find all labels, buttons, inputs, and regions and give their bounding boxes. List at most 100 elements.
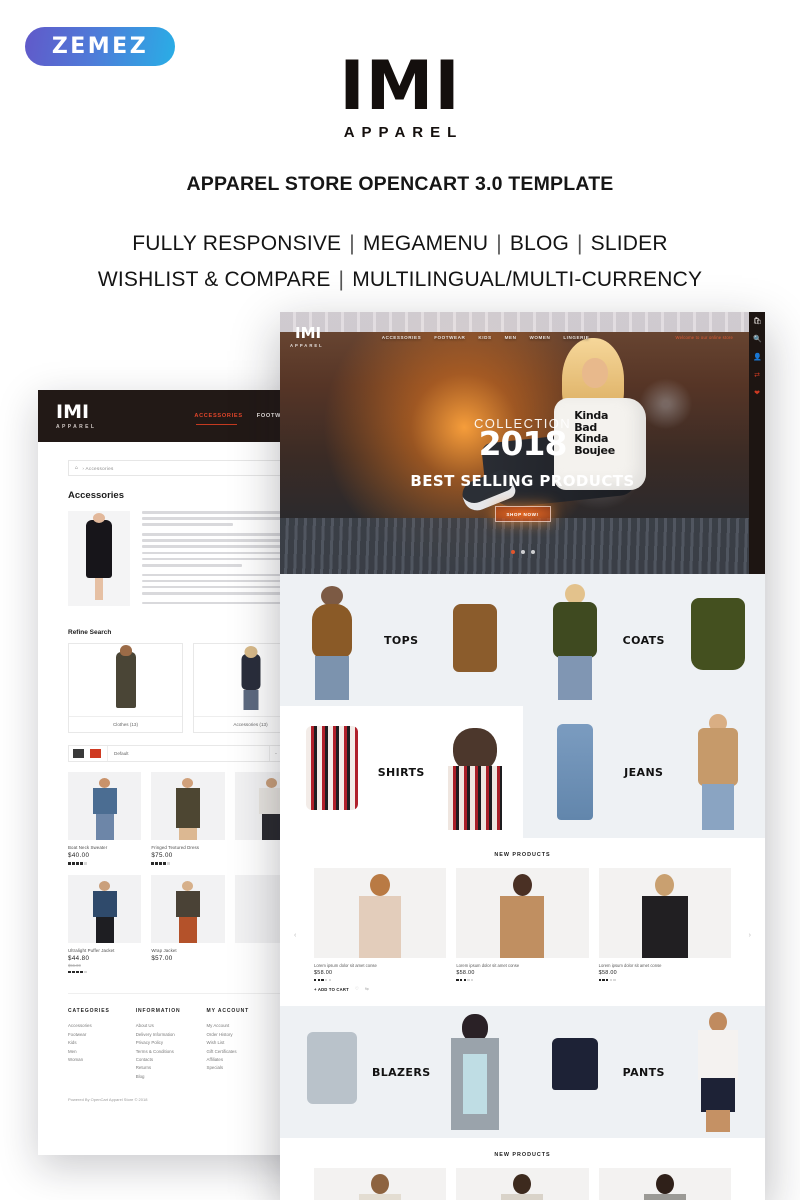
hero-slider[interactable]: Kinda Bad Kinda Boujee IMI APPAREL ACCESSOR… [280, 312, 765, 574]
account-icon[interactable]: 👤 [753, 354, 762, 362]
product-price: $58.00 [598, 970, 617, 976]
footer-link[interactable]: Kids [68, 1039, 110, 1047]
footer-link[interactable]: Affiliates [207, 1056, 250, 1064]
product-card[interactable]: Fringed Textured Dress $75.00 [151, 772, 225, 865]
footer-link[interactable]: My Account [207, 1022, 250, 1030]
product-image[interactable] [598, 1168, 731, 1200]
carousel-next-button[interactable]: › [749, 932, 751, 939]
footer-link[interactable]: Wish List [207, 1039, 250, 1047]
footer-column-information: INFORMATION About Us Delivery Informatio… [136, 1008, 181, 1081]
home-page-nav[interactable]: IMI APPAREL ACCESSORIES FOOTWEAR KIDS ME… [280, 326, 765, 349]
wishlist-icon[interactable]: ♡ [355, 986, 359, 992]
hero-dot-1[interactable] [510, 550, 515, 554]
grid-view-icon[interactable] [73, 749, 84, 759]
compare-icon[interactable]: ⇆ [365, 986, 369, 992]
hero-dot-3[interactable] [530, 550, 535, 554]
product-card[interactable]: Wrap Jacket $57.00 [151, 874, 225, 974]
bag-icon[interactable]: 🛍 [753, 318, 762, 326]
hero-year: 2018 [478, 424, 568, 463]
footer-link[interactable]: Blog [136, 1073, 181, 1081]
product-image[interactable] [456, 1168, 589, 1200]
hero-pagination-dots[interactable] [280, 550, 765, 554]
product-card[interactable]: Lorem ipsum dolor sit amet conse $58.00 [598, 868, 731, 992]
product-image[interactable] [314, 1168, 447, 1200]
tops-product-image [434, 578, 516, 702]
footer-link[interactable]: Accessories [68, 1022, 110, 1030]
add-to-cart-button[interactable]: + ADD TO CART [314, 987, 349, 992]
list-view-icon[interactable] [90, 749, 101, 759]
product-image[interactable] [151, 772, 225, 841]
category-header-logo[interactable]: IMI [56, 402, 96, 422]
home-header-logo[interactable]: IMI [295, 326, 324, 341]
category-tile-coats[interactable]: COATS [522, 574, 765, 706]
home-icon[interactable]: ⌂ [75, 465, 78, 471]
footer-link[interactable]: Terms & Conditions [136, 1048, 181, 1056]
product-rating [68, 970, 141, 974]
menu-item-lingerie[interactable]: LINGERIE [563, 335, 589, 340]
hero-dot-2[interactable] [520, 550, 525, 554]
model-figure [501, 1174, 544, 1200]
wishlist-icon[interactable]: ❤ [753, 390, 761, 398]
menu-item-men[interactable]: MEN [505, 335, 517, 340]
product-rating [314, 979, 446, 982]
shop-now-button[interactable]: SHOP NOW! [494, 506, 551, 522]
home-page-mockup[interactable]: Kinda Bad Kinda Boujee IMI APPAREL ACCESSOR… [280, 312, 765, 1200]
side-rail-toolbar[interactable]: 🛍 🔍 👤 ⇄ ❤ [749, 312, 765, 574]
footer-link[interactable]: About Us [136, 1022, 181, 1030]
product-card[interactable]: Ultralight Puffer Jacket $44.80 $56.00 [68, 874, 142, 974]
new-products-carousel-women[interactable]: ‹ › Lorem ipsum dolor sit amet conse $58… [280, 868, 765, 1006]
footer-link[interactable]: Footwear [68, 1031, 110, 1039]
product-image[interactable] [456, 868, 589, 958]
category-label-pants: PANTS [622, 1065, 665, 1079]
page-header: IMI APPAREL APPAREL STORE OPENCART 3.0 T… [0, 53, 800, 298]
category-label-shirts: SHIRTS [377, 765, 425, 779]
compare-icon[interactable]: ⇄ [753, 372, 761, 380]
category-tiles-row-2: SHIRTS JEANS [280, 706, 765, 838]
product-card[interactable]: Boat Neck Sweater $40.00 [68, 772, 142, 865]
footer-link[interactable]: Gift Certificates [207, 1048, 250, 1056]
product-card[interactable] [456, 1168, 589, 1200]
product-image[interactable] [314, 868, 447, 958]
carousel-prev-button[interactable]: ‹ [294, 932, 296, 939]
refine-search-cards: Clothes (13) Accessories (13) [68, 643, 308, 734]
product-image[interactable] [68, 772, 142, 841]
category-tile-blazers[interactable]: BLAZERS [280, 1006, 523, 1139]
footer-column-categories: CATEGORIES Accessories Footwear Kids Men… [68, 1008, 110, 1081]
product-list-toolbar[interactable]: Default - ✕ [68, 745, 308, 763]
product-image[interactable] [151, 874, 225, 943]
category-tile-pants[interactable]: PANTS [522, 1006, 765, 1139]
category-tile-tops[interactable]: TOPS [280, 574, 523, 706]
product-rating [456, 979, 588, 982]
product-image[interactable] [598, 868, 731, 958]
menu-item-footwear[interactable]: FOOTWEAR [434, 335, 465, 340]
footer-link[interactable]: Delivery Information [136, 1031, 181, 1039]
new-products-carousel-men[interactable] [280, 1168, 765, 1200]
model-face [582, 358, 609, 388]
model-figure [175, 778, 200, 841]
menu-item-kids[interactable]: KIDS [478, 335, 491, 340]
product-actions[interactable]: + ADD TO CART ♡ ⇆ [314, 986, 446, 992]
footer-link[interactable]: Order History [207, 1031, 250, 1039]
breadcrumb[interactable]: ⌂ › Accessories [68, 460, 308, 476]
category-tile-shirts[interactable]: SHIRTS [280, 706, 523, 838]
product-card[interactable] [314, 1168, 447, 1200]
footer-link[interactable]: Men [68, 1048, 110, 1056]
product-card[interactable]: Lorem ipsum dolor sit amet conse $58.00 … [314, 868, 447, 992]
product-card[interactable] [598, 1168, 731, 1200]
sort-select[interactable]: Default [107, 746, 263, 762]
footer-link[interactable]: Specials [207, 1064, 250, 1072]
footer-link[interactable]: Privacy Policy [136, 1039, 181, 1047]
footer-link[interactable]: Woman [68, 1056, 110, 1064]
category-tile-jeans[interactable]: JEANS [522, 706, 765, 838]
search-icon[interactable]: 🔍 [753, 336, 762, 344]
footer-link[interactable]: Returns [136, 1064, 181, 1072]
product-card[interactable]: Lorem ipsum dolor sit amet conse $58.00 [456, 868, 589, 992]
nav-item-accessories[interactable]: ACCESSORIES [194, 413, 242, 426]
menu-item-accessories[interactable]: ACCESSORIES [382, 335, 422, 340]
main-menu[interactable]: ACCESSORIES FOOTWEAR KIDS MEN WOMEN LING… [382, 335, 590, 340]
product-image[interactable] [68, 874, 142, 943]
hero-caption: COLLECTION 2018 BEST SELLING PRODUCTS SH… [280, 416, 765, 522]
footer-link[interactable]: Contacts [136, 1056, 181, 1064]
refine-card-clothes[interactable]: Clothes (13) [68, 643, 183, 734]
menu-item-women[interactable]: WOMEN [529, 335, 550, 340]
